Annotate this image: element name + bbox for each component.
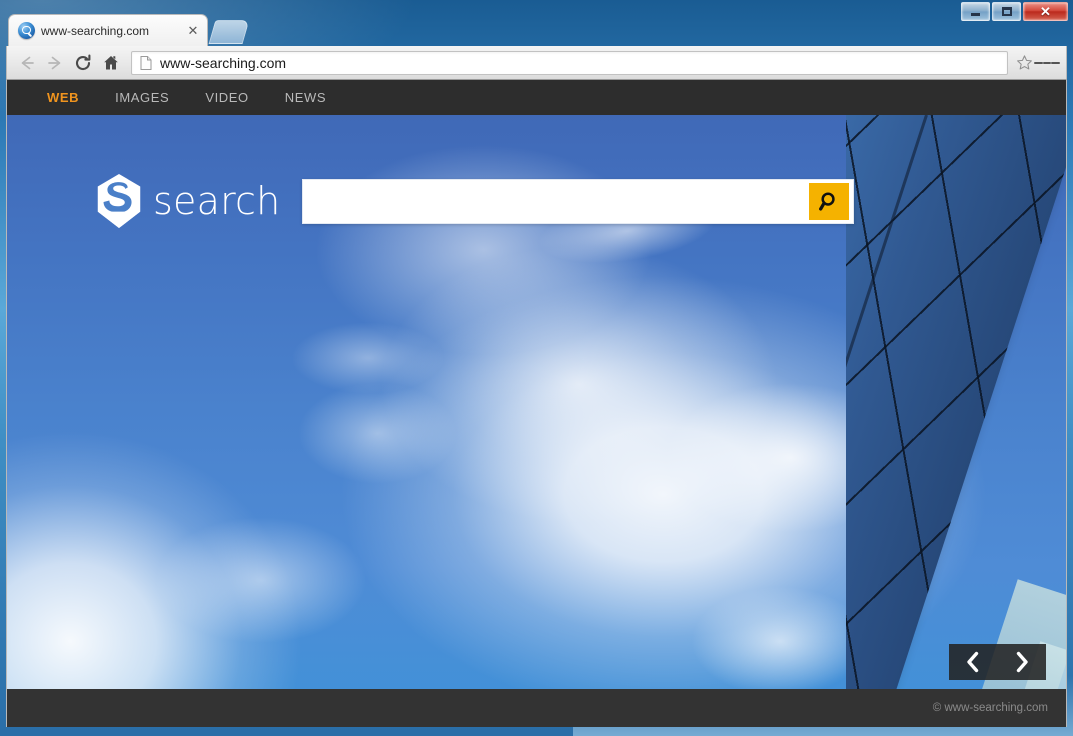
address-bar-text: www-searching.com [160,54,287,71]
back-button[interactable] [13,49,41,77]
search-box [302,178,855,224]
browser-window: ✕ www-searching.com ✕ www-searching.com … [0,0,1073,736]
tab-strip: www-searching.com ✕ [0,14,1073,46]
maximize-button[interactable] [992,2,1021,21]
forward-arrow-icon [48,56,61,69]
site-nav-item-news[interactable]: NEWS [267,90,344,105]
close-window-button[interactable]: ✕ [1023,2,1068,21]
slideshow-next-button[interactable] [1002,644,1042,680]
minimize-button[interactable] [961,2,990,21]
site-nav-item-video[interactable]: VIDEO [187,90,266,105]
chevron-left-icon [967,651,979,673]
home-button[interactable] [97,49,125,77]
back-arrow-icon [21,56,34,69]
cloud-wisp [292,323,443,394]
glass-building-image [846,115,1066,727]
magnifier-icon [818,191,835,211]
logo-wordmark: search [153,179,281,223]
home-icon [104,55,118,69]
search-area: search [95,173,855,229]
browser-toolbar: www-searching.com [6,46,1067,80]
menu-line-2 [1042,61,1052,64]
copyright-text: © www-searching.com [932,702,1048,714]
forward-button[interactable] [41,49,69,77]
browser-menu-button[interactable] [1034,50,1061,76]
title-bar: ✕ www-searching.com ✕ [0,0,1073,46]
minimize-icon [971,13,980,16]
reload-icon [75,54,91,70]
s-diamond-logo-icon [97,173,141,229]
search-input[interactable] [303,179,810,223]
menu-line-1 [1034,61,1043,64]
site-nav-item-images[interactable]: IMAGES [97,90,187,105]
slideshow-prev-button[interactable] [953,644,993,680]
site-footer: © www-searching.com [7,689,1066,727]
browser-tab[interactable]: www-searching.com ✕ [8,14,208,46]
window-controls: ✕ [961,2,1068,21]
tab-close-icon[interactable]: ✕ [185,23,201,39]
menu-line-3 [1051,61,1061,64]
chevron-right-icon [1016,651,1028,673]
reload-button[interactable] [69,49,97,77]
slideshow-navigation [949,644,1046,680]
bookmark-button[interactable] [1014,54,1034,71]
star-icon [1016,55,1032,70]
page-viewport: WEB IMAGES VIDEO NEWS search © www-searc… [6,80,1067,727]
search-submit-button[interactable] [809,182,850,220]
new-tab-button[interactable] [208,20,250,44]
maximize-icon [1001,7,1012,16]
tab-favicon-search-icon [18,22,35,39]
site-nav-item-web[interactable]: WEB [29,90,97,105]
address-bar[interactable]: www-searching.com [131,50,1008,75]
close-icon: ✕ [1040,4,1051,19]
page-document-icon [140,55,152,70]
site-navigation: WEB IMAGES VIDEO NEWS [7,80,1066,115]
tab-title: www-searching.com [41,23,150,38]
